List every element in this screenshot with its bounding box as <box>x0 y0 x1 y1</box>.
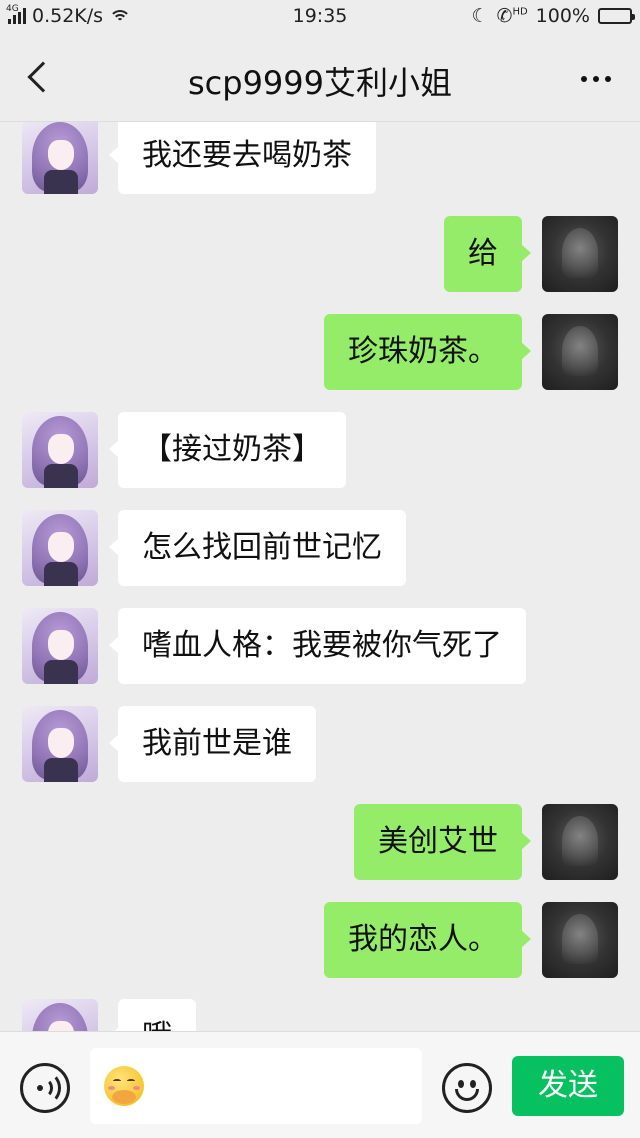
chat-title: scp9999艾利小姐 <box>187 64 453 102</box>
received-message-bubble[interactable]: 哦 <box>109 999 196 1031</box>
received-message-bubble[interactable]: 我前世是谁 <box>109 706 316 782</box>
message-input[interactable] <box>90 1048 422 1124</box>
volte-label: HD <box>512 6 528 18</box>
emoji-button[interactable] <box>442 1063 492 1113</box>
message-row: 哦 <box>0 999 640 1031</box>
contact-avatar[interactable] <box>22 122 98 194</box>
more-dot-icon <box>581 76 587 82</box>
message-row: 我还要去喝奶茶 <box>0 122 640 194</box>
contact-avatar[interactable] <box>22 999 98 1031</box>
send-button[interactable]: 发送 <box>512 1056 624 1116</box>
my-avatar[interactable] <box>542 216 618 292</box>
voice-input-button[interactable] <box>20 1063 70 1113</box>
status-right: ☾ ✆HD 100% <box>471 5 635 27</box>
chat-header: scp9999艾利小姐 <box>0 34 640 122</box>
smiley-icon <box>458 1080 464 1088</box>
message-row: 嗜血人格：我要被你气死了 <box>0 608 640 684</box>
sent-message-bubble[interactable]: 我的恋人。 <box>324 902 531 978</box>
hugging-emoji-icon <box>104 1066 144 1106</box>
more-dot-icon <box>593 76 599 82</box>
sent-message-bubble[interactable]: 给 <box>444 216 531 292</box>
contact-avatar[interactable] <box>22 412 98 488</box>
status-bar: 4G 0.52K/s 19:35 ☾ ✆HD 100% <box>0 0 640 34</box>
input-bar: 发送 <box>0 1031 640 1138</box>
received-message-bubble[interactable]: 我还要去喝奶茶 <box>109 122 376 194</box>
received-message-bubble[interactable]: 怎么找回前世记忆 <box>109 510 406 586</box>
battery-icon <box>598 8 635 24</box>
my-avatar[interactable] <box>542 902 618 978</box>
message-row: 我前世是谁 <box>0 706 640 782</box>
message-row: 我的恋人。 <box>0 902 640 978</box>
volte-icon: ✆HD <box>496 5 528 27</box>
more-dot-icon <box>605 76 611 82</box>
message-row: 怎么找回前世记忆 <box>0 510 640 586</box>
message-row: 给 <box>0 216 640 292</box>
moon-icon: ☾ <box>471 5 489 27</box>
contact-avatar[interactable] <box>22 510 98 586</box>
message-list[interactable]: 我还要去喝奶茶 给 珍珠奶茶。 【接过奶茶】 怎么找回前世记忆 嗜血人格：我要被… <box>0 122 640 1031</box>
my-avatar[interactable] <box>542 804 618 880</box>
received-message-bubble[interactable]: 【接过奶茶】 <box>109 412 346 488</box>
message-row: 【接过奶茶】 <box>0 412 640 488</box>
sent-message-bubble[interactable]: 珍珠奶茶。 <box>324 314 531 390</box>
more-options-button[interactable] <box>574 64 618 94</box>
message-row: 美创艾世 <box>0 804 640 880</box>
message-row: 珍珠奶茶。 <box>0 314 640 390</box>
sent-message-bubble[interactable]: 美创艾世 <box>354 804 531 880</box>
contact-avatar[interactable] <box>22 608 98 684</box>
received-message-bubble[interactable]: 嗜血人格：我要被你气死了 <box>109 608 526 684</box>
my-avatar[interactable] <box>542 314 618 390</box>
battery-percent: 100% <box>535 5 590 27</box>
contact-avatar[interactable] <box>22 706 98 782</box>
